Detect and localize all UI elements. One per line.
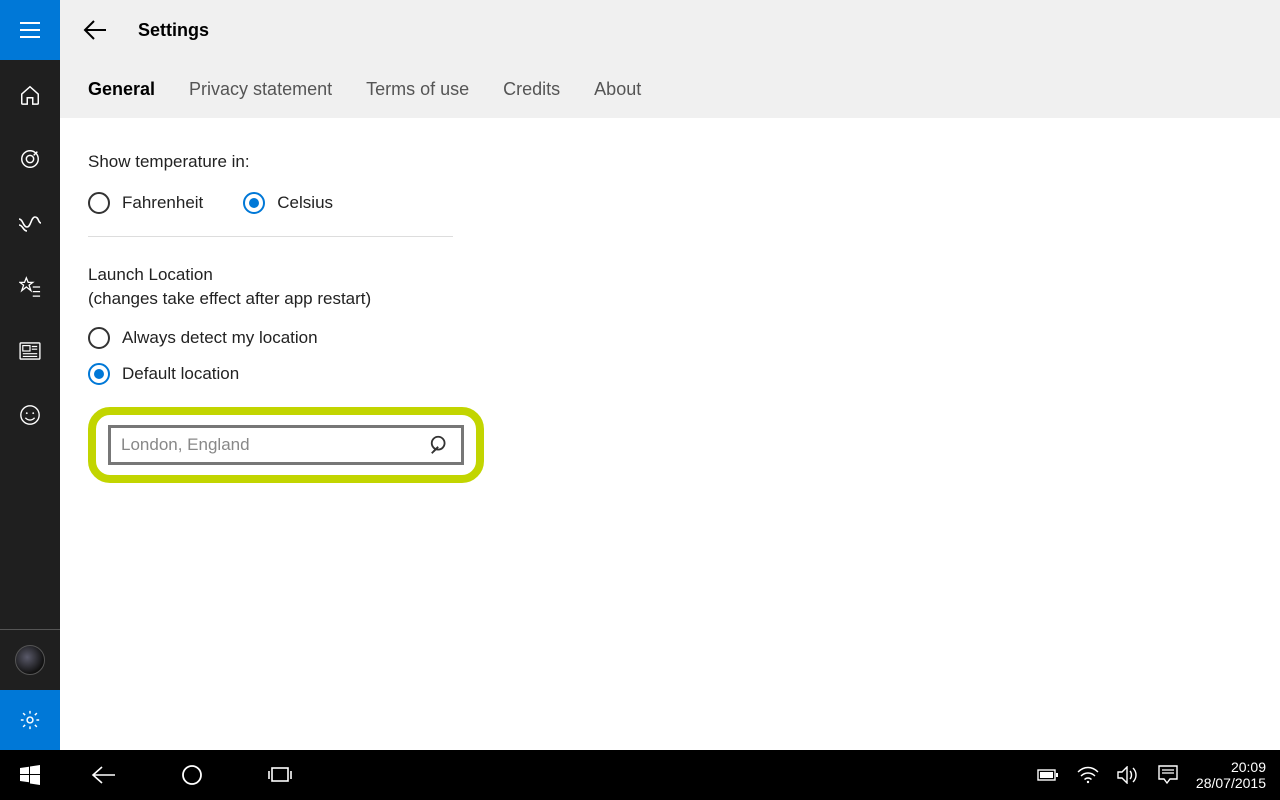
radio-label: Always detect my location <box>122 328 318 348</box>
gear-icon <box>19 709 41 731</box>
divider <box>88 236 453 237</box>
temperature-label: Show temperature in: <box>88 152 1252 172</box>
task-view-icon <box>265 765 295 785</box>
launch-location-label: Launch Location <box>88 265 1252 285</box>
back-arrow-icon <box>91 765 117 785</box>
sidebar-item-home[interactable] <box>0 80 60 110</box>
chart-wave-icon <box>18 213 42 233</box>
cortana-button[interactable] <box>148 750 236 800</box>
tray-wifi[interactable] <box>1068 750 1108 800</box>
sidebar-item-history[interactable] <box>0 208 60 238</box>
tab-general[interactable]: General <box>88 79 155 100</box>
radio-icon-selected <box>88 363 110 385</box>
location-search-input[interactable] <box>121 435 421 455</box>
location-search-box[interactable] <box>108 425 464 465</box>
hamburger-button[interactable] <box>0 0 60 60</box>
tab-about[interactable]: About <box>594 79 641 100</box>
taskbar: 20:09 28/07/2015 <box>0 750 1280 800</box>
tray-notifications[interactable] <box>1148 750 1188 800</box>
tab-privacy[interactable]: Privacy statement <box>189 79 332 100</box>
tab-strip: General Privacy statement Terms of use C… <box>60 60 1280 118</box>
clock-time: 20:09 <box>1196 759 1266 775</box>
tray-battery[interactable] <box>1028 750 1068 800</box>
hamburger-icon <box>19 19 41 41</box>
radio-icon <box>88 327 110 349</box>
notification-icon <box>1158 765 1178 785</box>
search-icon[interactable] <box>429 434 451 456</box>
clock-date: 28/07/2015 <box>1196 775 1266 791</box>
task-view-button[interactable] <box>236 750 324 800</box>
sidebar-item-news[interactable] <box>0 336 60 366</box>
radio-label: Fahrenheit <box>122 193 203 213</box>
radio-label: Celsius <box>277 193 333 213</box>
sidebar-item-maps[interactable] <box>0 144 60 174</box>
launch-location-note: (changes take effect after app restart) <box>88 289 1252 309</box>
volume-icon <box>1117 766 1139 784</box>
wifi-icon <box>1077 766 1099 784</box>
sidebar-item-account[interactable] <box>0 630 60 690</box>
avatar <box>15 645 45 675</box>
tab-terms[interactable]: Terms of use <box>366 79 469 100</box>
page-title: Settings <box>138 20 209 41</box>
radio-celsius[interactable]: Celsius <box>243 192 333 214</box>
sidebar-item-feedback[interactable] <box>0 400 60 430</box>
radio-always-detect[interactable]: Always detect my location <box>88 327 1252 349</box>
battery-icon <box>1037 768 1059 782</box>
back-arrow-icon <box>82 17 108 43</box>
radio-fahrenheit[interactable]: Fahrenheit <box>88 192 203 214</box>
news-icon <box>19 342 41 360</box>
sidebar-item-favorites[interactable] <box>0 272 60 302</box>
taskbar-back-button[interactable] <box>60 750 148 800</box>
home-icon <box>19 84 41 106</box>
star-list-icon <box>19 276 41 298</box>
highlight-annotation <box>88 407 484 483</box>
cortana-icon <box>181 764 203 786</box>
back-button[interactable] <box>82 17 108 43</box>
radio-icon <box>88 192 110 214</box>
radio-default-location[interactable]: Default location <box>88 363 1252 385</box>
start-button[interactable] <box>0 750 60 800</box>
smiley-icon <box>19 404 41 426</box>
radio-label: Default location <box>122 364 239 384</box>
app-sidebar <box>0 0 60 750</box>
radio-icon-selected <box>243 192 265 214</box>
target-icon <box>19 148 41 170</box>
header-bar: Settings <box>60 0 1280 60</box>
sidebar-item-settings[interactable] <box>0 690 60 750</box>
tab-credits[interactable]: Credits <box>503 79 560 100</box>
tray-volume[interactable] <box>1108 750 1148 800</box>
taskbar-clock[interactable]: 20:09 28/07/2015 <box>1188 759 1274 791</box>
windows-icon <box>20 765 40 785</box>
settings-content: Show temperature in: Fahrenheit Celsius … <box>60 118 1280 750</box>
